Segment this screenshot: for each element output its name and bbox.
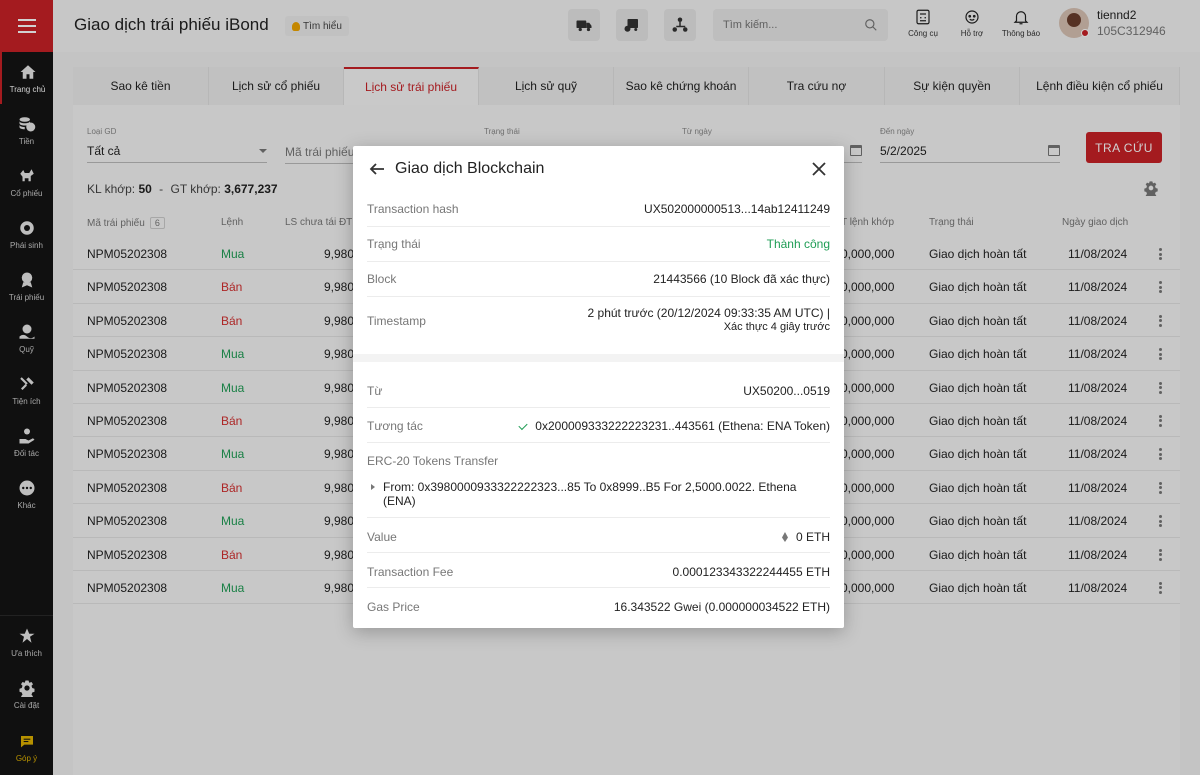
arrow-left-icon[interactable] — [369, 161, 385, 177]
section-divider — [353, 354, 844, 362]
erc20-label: ERC-20 Tokens Transfer — [367, 454, 499, 468]
timestamp-value: 2 phút trước (20/12/2024 09:33:35 AM UTC… — [587, 306, 830, 320]
tx-hash-value[interactable]: UX502000000513...14ab12411249 — [644, 202, 830, 216]
fee-row: Transaction Fee 0.000123343322244455 ETH — [367, 553, 830, 588]
block-label: Block — [367, 272, 397, 286]
block-value: 21443566 (10 Block đã xác thực) — [653, 272, 830, 286]
interact-label: Tương tác — [367, 419, 423, 433]
status-row: Trạng thái Thành công — [367, 227, 830, 262]
close-icon[interactable] — [812, 162, 826, 176]
from-value[interactable]: UX50200...0519 — [743, 384, 830, 398]
gas-row: Gas Price 16.343522 Gwei (0.000000034522… — [367, 588, 830, 623]
block-row: Block 21443566 (10 Block đã xác thực) — [367, 262, 830, 297]
erc20-detail: From: 0x3980000933322222323...85 To 0x89… — [383, 480, 797, 508]
value-amount: 0 ETH — [795, 530, 830, 544]
status-label: Trạng thái — [367, 237, 421, 251]
value-row: Value 0 ETH — [367, 518, 830, 553]
interact-row: Tương tác 0x200009333222223231..443561 (… — [367, 408, 830, 443]
timestamp-label: Timestamp — [367, 314, 426, 328]
modal-title: Giao dịch Blockchain — [395, 160, 545, 177]
erc20-transfer-item[interactable]: From: 0x3980000933322222323...85 To 0x89… — [371, 480, 826, 508]
interact-value-wrap[interactable]: 0x200009333222223231..443561 (Ethena: EN… — [518, 419, 830, 433]
fee-value: 0.000123343322244455 ETH — [672, 565, 830, 579]
interact-value: 0x200009333222223231..443561 (Ethena: EN… — [535, 419, 830, 433]
gas-label: Gas Price — [367, 600, 420, 614]
caret-right-icon[interactable] — [371, 484, 375, 490]
erc20-row: ERC-20 Tokens Transfer From: 0x398000093… — [367, 443, 830, 518]
from-row: Từ UX50200...0519 — [367, 373, 830, 408]
tx-hash-label: Transaction hash — [367, 202, 459, 216]
tx-hash-row: Transaction hash UX502000000513...14ab12… — [367, 192, 830, 227]
check-icon — [518, 420, 528, 431]
gas-value: 16.343522 Gwei (0.000000034522 ETH) — [613, 600, 830, 614]
modal-header: Giao dịch Blockchain — [353, 146, 844, 192]
blockchain-transaction-modal: Giao dịch Blockchain Transaction hash UX… — [353, 146, 844, 628]
value-label: Value — [367, 530, 397, 544]
timestamp-sub: Xác thực 4 giây trước — [723, 321, 830, 333]
fee-label: Transaction Fee — [367, 565, 454, 579]
status-value: Thành công — [766, 237, 830, 251]
ethereum-icon — [781, 532, 788, 542]
from-label: Từ — [367, 384, 383, 398]
timestamp-row: Timestamp 2 phút trước (20/12/2024 09:33… — [367, 297, 830, 354]
